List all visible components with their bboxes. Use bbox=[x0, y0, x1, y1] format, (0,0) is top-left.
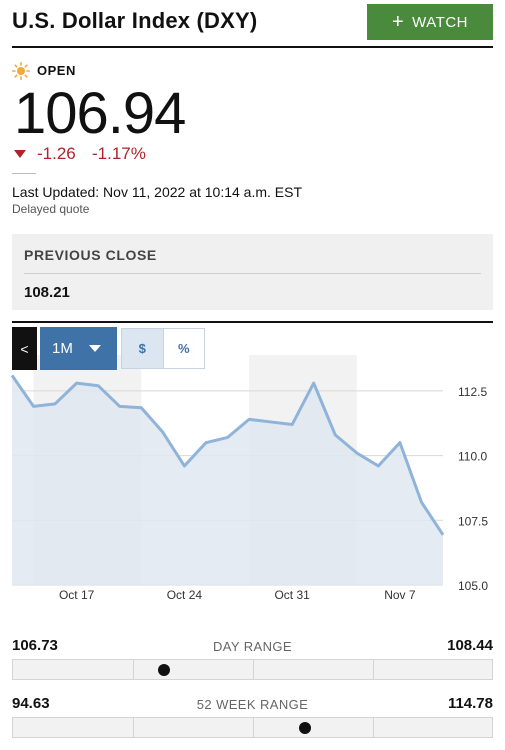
chart-range-dropdown[interactable]: 1M bbox=[40, 327, 117, 370]
percent-unit-button[interactable]: % bbox=[162, 329, 205, 368]
price-chart[interactable]: 112.5 110.0 107.5 105.0 Oct 17 Oct 24 Oct 31 No… bbox=[0, 355, 505, 610]
x-tick-label: Oct 31 bbox=[274, 588, 310, 602]
delayed-quote-note: Delayed quote bbox=[12, 202, 90, 216]
price-change-percent: -1.17% bbox=[92, 144, 146, 163]
page-title: U.S. Dollar Index (DXY) bbox=[12, 8, 258, 33]
watch-label: WATCH bbox=[412, 13, 468, 31]
chevron-down-icon bbox=[88, 345, 101, 352]
week52-range-marker bbox=[299, 722, 312, 734]
y-tick-label: 105.0 bbox=[458, 579, 488, 593]
previous-close-panel bbox=[12, 234, 493, 310]
week52-range-bar bbox=[12, 717, 493, 738]
chart-back-button[interactable]: < bbox=[12, 327, 37, 370]
x-tick-label: Nov 7 bbox=[384, 588, 416, 602]
week52-range-high: 114.78 bbox=[447, 695, 493, 712]
plus-icon: + bbox=[391, 10, 405, 33]
week52-range-label: 52 WEEK RANGE bbox=[196, 697, 309, 712]
price-change: -1.26 bbox=[37, 144, 76, 163]
sun-icon bbox=[12, 62, 30, 80]
chart-unit-toggle: $ % bbox=[121, 328, 205, 369]
dollar-unit-button[interactable]: $ bbox=[122, 329, 163, 368]
y-tick-label: 110.0 bbox=[458, 450, 487, 464]
divider bbox=[24, 273, 481, 274]
area-fill bbox=[12, 375, 443, 585]
last-updated: Last Updated: Nov 11, 2022 at 10:14 a.m.… bbox=[12, 184, 303, 200]
x-tick-label: Oct 24 bbox=[167, 588, 203, 602]
day-range-label: DAY RANGE bbox=[213, 639, 292, 654]
x-tick-label: Oct 17 bbox=[59, 588, 95, 602]
market-status: OPEN bbox=[37, 63, 76, 78]
previous-close-value: 108.21 bbox=[24, 284, 70, 301]
chart-divider bbox=[12, 321, 493, 323]
chart-range-label: 1M bbox=[52, 340, 73, 357]
divider bbox=[12, 173, 36, 174]
header-divider bbox=[12, 46, 493, 48]
y-tick-label: 112.5 bbox=[458, 385, 487, 399]
day-range-marker bbox=[158, 664, 171, 676]
previous-close-label: PREVIOUS CLOSE bbox=[24, 247, 157, 263]
y-tick-label: 107.5 bbox=[458, 514, 488, 528]
day-range-high: 108.44 bbox=[447, 637, 493, 654]
down-arrow-icon bbox=[14, 150, 26, 158]
current-price: 106.94 bbox=[14, 81, 186, 146]
day-range-bar bbox=[12, 659, 493, 680]
watch-button[interactable]: + WATCH bbox=[367, 4, 493, 40]
